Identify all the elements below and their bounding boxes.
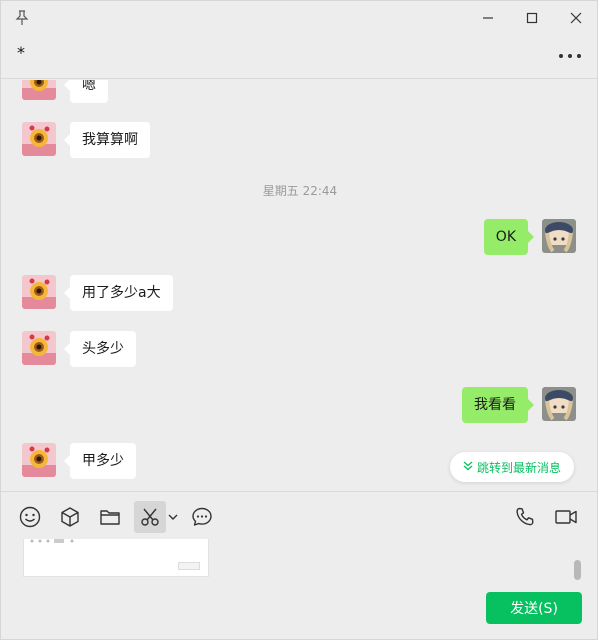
message-bubble[interactable]: OK <box>483 219 535 255</box>
input-toolbar <box>1 491 598 539</box>
self-avatar[interactable] <box>542 387 576 421</box>
contact-avatar[interactable] <box>22 275 56 309</box>
maximize-icon[interactable] <box>521 7 543 29</box>
message-list[interactable]: 嗯 我算算啊 星期五 22:44 OK 用了多少a大 头多少 我看看 甲多少 跳… <box>1 80 598 491</box>
message-bubble[interactable]: 甲多少 <box>64 443 136 479</box>
message-timestamp: 星期五 22:44 <box>262 184 338 198</box>
contact-avatar[interactable] <box>22 122 56 156</box>
chat-window: * 嗯 我算算啊 星期五 22:44 OK 用了多少a大 头多少 我看看 甲多少… <box>0 0 598 640</box>
contact-avatar[interactable] <box>22 331 56 365</box>
contact-avatar[interactable] <box>22 80 56 100</box>
minimize-icon[interactable] <box>477 7 499 29</box>
message-bubble[interactable]: 我看看 <box>462 387 534 423</box>
cube-icon[interactable] <box>54 501 86 533</box>
jump-to-latest-button[interactable]: 跳转到最新消息 <box>450 452 574 482</box>
contact-avatar[interactable] <box>22 443 56 477</box>
message-bubble[interactable]: 用了多少a大 <box>64 275 173 311</box>
video-icon[interactable] <box>550 501 582 533</box>
double-chevron-down-icon <box>463 460 473 474</box>
self-avatar[interactable] <box>542 219 576 253</box>
emoji-icon[interactable] <box>14 501 46 533</box>
more-options-icon[interactable] <box>557 47 583 65</box>
message-bubble[interactable]: 头多少 <box>64 331 136 367</box>
phone-icon[interactable] <box>509 501 541 533</box>
input-scrollbar[interactable] <box>574 560 581 580</box>
chevron-down-icon[interactable] <box>165 501 181 533</box>
close-icon[interactable] <box>565 7 587 29</box>
chat-bubble-icon[interactable] <box>186 501 218 533</box>
send-button[interactable]: 发送(S) <box>486 592 582 624</box>
title-bar <box>1 1 598 35</box>
message-bubble[interactable]: 嗯 <box>64 80 108 103</box>
jump-to-latest-label: 跳转到最新消息 <box>476 460 561 475</box>
pasted-image-preview[interactable] <box>23 539 209 577</box>
preview-tag <box>178 562 200 570</box>
chat-header: * <box>1 35 598 79</box>
pin-icon[interactable] <box>15 10 29 26</box>
message-input-area[interactable]: 发送(S) <box>1 539 598 640</box>
chat-title: * <box>17 43 25 62</box>
scissors-icon[interactable] <box>134 501 166 533</box>
folder-icon[interactable] <box>94 501 126 533</box>
message-bubble[interactable]: 我算算啊 <box>64 122 150 158</box>
